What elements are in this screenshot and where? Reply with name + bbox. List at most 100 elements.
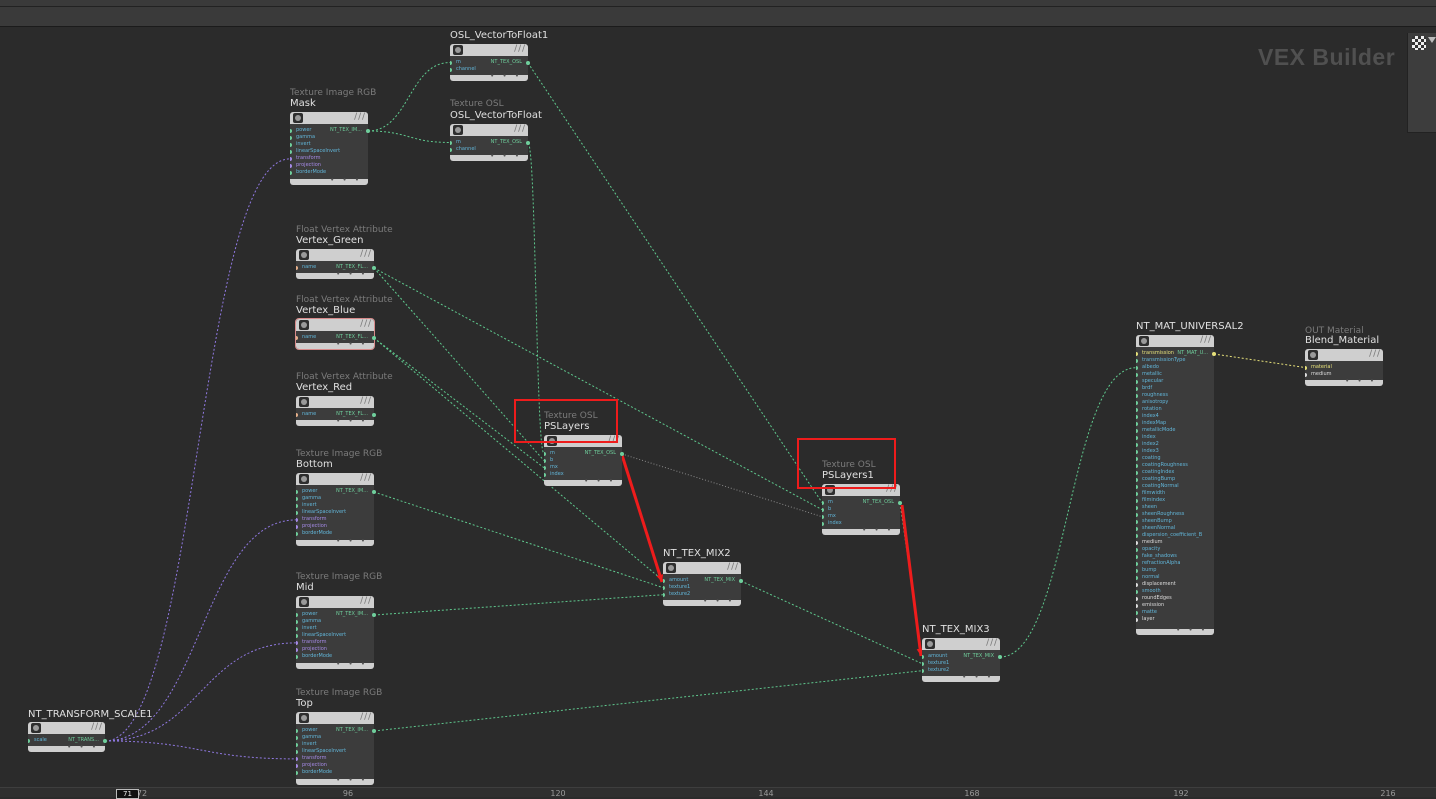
timeline-ruler[interactable]: 71 72 96 120 144 168 192 216 (0, 787, 1436, 799)
node-body[interactable]: / / / name NT_TEX_FL... • • • (295, 317, 375, 351)
output-connector[interactable] (366, 129, 370, 133)
flag-buttons-icon[interactable]: / / / (360, 319, 371, 329)
node-name-label[interactable]: NT_TEX_MIX3 (922, 624, 990, 635)
input-connector[interactable]: channel (450, 66, 476, 73)
input-connector[interactable]: smooth (1136, 588, 1202, 595)
input-connector[interactable]: amount (663, 577, 690, 584)
input-connector[interactable]: amount (922, 653, 949, 660)
flag-buttons-icon[interactable]: / / / (360, 396, 371, 406)
input-connector[interactable]: transform (296, 639, 346, 646)
node-header[interactable]: / / / (450, 44, 528, 56)
input-connector[interactable]: transform (296, 755, 346, 762)
side-panel[interactable] (1407, 33, 1436, 133)
input-connector[interactable]: material (1305, 364, 1332, 371)
input-connector[interactable]: dispersion_coefficient_B (1136, 532, 1202, 539)
node-body[interactable]: / / / m b mx index NT_TEX_OSL • • • (822, 484, 900, 536)
flag-buttons-icon[interactable]: / / / (986, 638, 997, 648)
input-connector[interactable]: texture1 (922, 660, 949, 667)
output-connector[interactable] (526, 61, 530, 65)
input-connector[interactable]: sheen (1136, 504, 1202, 511)
input-connector[interactable]: coating (1136, 455, 1202, 462)
input-connector[interactable]: refractionAlpha (1136, 560, 1202, 567)
input-connector[interactable]: m (450, 59, 476, 66)
input-connector[interactable]: transform (296, 516, 346, 523)
node-header[interactable]: / / / (296, 596, 374, 608)
output-connector[interactable] (372, 490, 376, 494)
flag-buttons-icon[interactable]: / / / (1369, 349, 1380, 359)
more-icon[interactable]: • • • (330, 176, 362, 184)
input-connector[interactable]: name (296, 411, 316, 418)
flag-buttons-icon[interactable]: / / / (360, 712, 371, 722)
input-connector[interactable]: channel (450, 146, 476, 153)
output-connector[interactable] (898, 501, 902, 505)
node-name-label[interactable]: NT_TRANSFORM_SCALE1 (28, 709, 153, 720)
current-frame[interactable]: 71 (116, 789, 139, 799)
node-name-label[interactable]: Mid (296, 582, 314, 593)
node-body[interactable]: / / / amount texture1 texture2 NT_TEX_MIX • •… (922, 638, 1000, 683)
node-body[interactable]: / / / scale NT_TRANS... • • • (28, 722, 105, 753)
input-connector[interactable]: index2 (1136, 441, 1202, 448)
node-body[interactable]: / / / name NT_TEX_FL... • • • (296, 396, 374, 427)
flag-buttons-icon[interactable]: / / / (360, 249, 371, 259)
input-connector[interactable]: index (544, 471, 564, 478)
input-connector[interactable]: roundEdges (1136, 595, 1202, 602)
node-name-label[interactable]: Vertex_Blue (296, 305, 355, 316)
input-connector[interactable]: normal (1136, 574, 1202, 581)
input-connector[interactable]: opacity (1136, 546, 1202, 553)
more-icon[interactable]: • • • (490, 152, 522, 160)
input-connector[interactable]: medium (1136, 539, 1202, 546)
checker-icon[interactable] (1412, 36, 1426, 50)
output-connector[interactable] (1212, 352, 1216, 356)
output-connector[interactable] (372, 266, 376, 270)
more-icon[interactable]: • • • (336, 776, 368, 784)
input-connector[interactable]: linearSpaceInvert (296, 509, 346, 516)
input-connector[interactable]: gamma (290, 134, 340, 141)
node-header[interactable]: / / / (663, 562, 741, 574)
output-connector[interactable] (103, 739, 107, 743)
input-connector[interactable]: name (296, 334, 316, 341)
input-connector[interactable]: filmwidth (1136, 490, 1202, 497)
more-icon[interactable]: • • • (336, 537, 368, 545)
input-connector[interactable]: linearSpaceInvert (290, 148, 340, 155)
input-connector[interactable]: filmindex (1136, 497, 1202, 504)
more-icon[interactable]: • • • (1345, 377, 1377, 385)
input-connector[interactable]: mx (822, 513, 842, 520)
more-icon[interactable]: • • • (336, 340, 368, 348)
input-connector[interactable]: index (1136, 434, 1202, 441)
output-connector[interactable] (739, 579, 743, 583)
node-name-label[interactable]: Mask (290, 98, 316, 109)
node-name-label[interactable]: OSL_VectorToFloat (450, 110, 542, 121)
input-connector[interactable]: gamma (296, 495, 346, 502)
input-connector[interactable]: invert (296, 741, 346, 748)
node-header[interactable]: / / / (296, 712, 374, 724)
more-icon[interactable]: • • • (962, 673, 994, 681)
input-connector[interactable]: coatingRoughness (1136, 462, 1202, 469)
output-connector[interactable] (998, 655, 1002, 659)
input-connector[interactable]: matte (1136, 609, 1202, 616)
input-connector[interactable]: m (544, 450, 564, 457)
input-connector[interactable]: linearSpaceInvert (296, 632, 346, 639)
node-body[interactable]: / / / power gamma invert linearSpaceInvert tr… (296, 473, 374, 546)
node-header[interactable]: / / / (1136, 335, 1214, 347)
node-body[interactable]: / / / m channel NT_TEX_OSL • • • (450, 44, 528, 82)
input-connector[interactable]: texture2 (663, 591, 690, 598)
input-connector[interactable]: transmissionType (1136, 357, 1202, 364)
input-connector[interactable]: bump (1136, 567, 1202, 574)
node-header[interactable]: / / / (296, 396, 374, 408)
node-name-label[interactable]: NT_MAT_UNIVERSAL2 (1136, 321, 1244, 332)
node-header[interactable]: / / / (450, 124, 528, 136)
input-connector[interactable]: gamma (296, 618, 346, 625)
more-icon[interactable]: • • • (584, 477, 616, 485)
input-connector[interactable]: coatingIndex (1136, 469, 1202, 476)
input-connector[interactable]: texture2 (922, 667, 949, 674)
more-icon[interactable]: • • • (862, 526, 894, 534)
input-connector[interactable]: sheenRoughness (1136, 511, 1202, 518)
input-connector[interactable]: transform (290, 155, 340, 162)
flag-buttons-icon[interactable]: / / / (91, 722, 102, 732)
input-connector[interactable]: projection (290, 162, 340, 169)
input-connector[interactable]: sheenNormal (1136, 525, 1202, 532)
flag-buttons-icon[interactable]: / / / (360, 596, 371, 606)
input-connector[interactable]: anisotropy (1136, 399, 1202, 406)
input-connector[interactable]: displacement (1136, 581, 1202, 588)
output-connector[interactable] (526, 141, 530, 145)
